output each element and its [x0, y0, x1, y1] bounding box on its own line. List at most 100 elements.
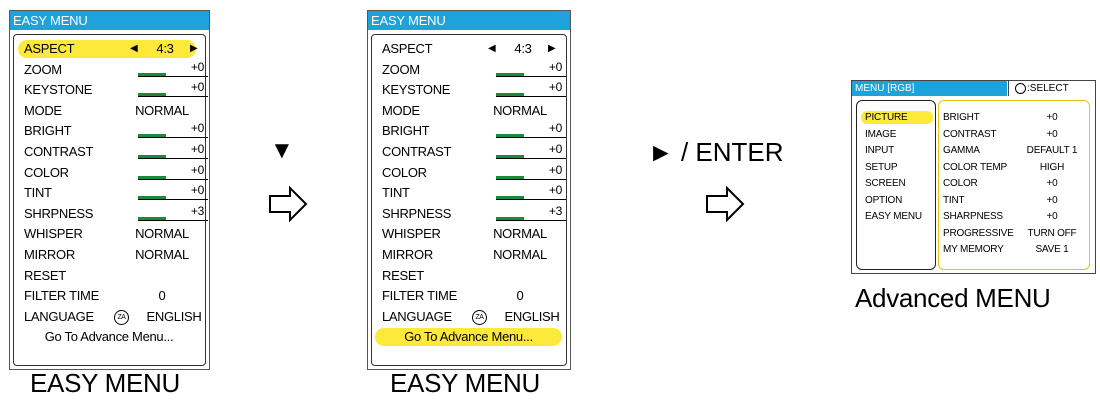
menu-title: MENU [RGB]: [852, 81, 1007, 96]
slider-line: [496, 219, 566, 221]
menu-item-value: +0: [190, 59, 204, 74]
menu-item-mirror[interactable]: MIRROR NORMAL: [376, 246, 554, 264]
setting-value: TURN OFF: [1027, 227, 1077, 239]
menu-item-shrpness[interactable]: SHRPNESS +3: [18, 204, 208, 223]
setting-item-bright[interactable]: BRIGHT +0: [943, 111, 1085, 124]
category-item-option[interactable]: OPTION: [861, 194, 933, 207]
menu-item-whisper[interactable]: WHISPER NORMAL: [376, 225, 554, 243]
slider-line: [496, 199, 566, 201]
menu-list: ASPECT ◀ 4:3 ▶ ZOOM +0 KEYSTONE +0 MODE NORMAL BRI…: [13, 34, 208, 366]
menu-item-shrpness[interactable]: SHRPNESS +3: [376, 204, 566, 223]
menu-item-value: 0: [516, 288, 524, 304]
menu-item-filter-time[interactable]: FILTER TIME 0: [376, 287, 554, 305]
setting-item-color-temp[interactable]: COLOR TEMP HIGH: [943, 161, 1085, 174]
category-item-screen[interactable]: SCREEN: [861, 177, 933, 190]
menu-item-language[interactable]: LANGUAGE ZA ENGLISH: [376, 308, 560, 326]
menu-item-filter-time[interactable]: FILTER TIME 0: [18, 287, 196, 305]
category-item-setup[interactable]: SETUP: [861, 161, 933, 174]
menu-item-contrast[interactable]: CONTRAST +0: [18, 142, 208, 161]
panel-caption: EASY MENU: [30, 368, 180, 398]
slider-line: [496, 137, 566, 139]
setting-item-tint[interactable]: TINT +0: [943, 194, 1085, 207]
menu-title: EASY MENU: [10, 11, 209, 30]
settings-list: BRIGHT +0 CONTRAST +0 GAMMA DEFAULT 1 COLOR TE…: [938, 100, 1090, 270]
menu-item-bright[interactable]: BRIGHT +0: [376, 121, 566, 140]
menu-item-language[interactable]: LANGUAGE ZA ENGLISH: [18, 308, 202, 326]
menu-item-go-to-advance-menu[interactable]: Go To Advance Menu...: [375, 328, 562, 347]
menu-item-mirror[interactable]: MIRROR NORMAL: [18, 246, 196, 264]
menu-item-label: KEYSTONE: [382, 82, 451, 98]
menu-item-label: ZOOM: [382, 61, 420, 77]
menu-item-value: +0: [548, 142, 562, 156]
menu-item-mode[interactable]: MODE NORMAL: [18, 102, 196, 120]
menu-item-whisper[interactable]: WHISPER NORMAL: [18, 225, 196, 243]
menu-item-color[interactable]: COLOR +0: [376, 163, 566, 182]
language-icon: ZA: [114, 309, 129, 325]
menu-item-value: NORMAL: [135, 247, 189, 262]
setting-label: BRIGHT: [943, 112, 980, 123]
setting-label: COLOR TEMP: [943, 161, 1007, 173]
select-hint: :SELECT: [1008, 81, 1095, 96]
setting-label: MY MEMORY: [943, 244, 1004, 255]
arrow-left-icon[interactable]: ◀: [488, 40, 496, 58]
slider-line: [138, 137, 208, 139]
slider-line: [138, 178, 208, 180]
setting-item-progressive[interactable]: PROGRESSIVE TURN OFF: [943, 227, 1085, 240]
menu-item-contrast[interactable]: CONTRAST +0: [376, 142, 566, 161]
arrow-left-icon[interactable]: ◀: [130, 40, 138, 58]
menu-item-label: BRIGHT: [24, 123, 72, 139]
menu-item-keystone[interactable]: KEYSTONE +0: [376, 80, 566, 99]
setting-item-color[interactable]: COLOR +0: [943, 177, 1085, 190]
easy-menu-panel-1: EASY MENU ASPECT ◀ 4:3 ▶ ZOOM +0 KEYSTONE +0 MOD…: [9, 10, 210, 370]
menu-item-keystone[interactable]: KEYSTONE +0: [18, 80, 208, 99]
menu-item-aspect[interactable]: ASPECT ◀ 4:3 ▶: [376, 40, 556, 58]
menu-item-label: ASPECT: [382, 41, 433, 56]
menu-item-bright[interactable]: BRIGHT +0: [18, 121, 208, 140]
slider-line: [496, 178, 566, 180]
setting-value: +0: [1046, 178, 1058, 189]
category-item-picture[interactable]: PICTURE: [861, 111, 933, 124]
category-item-image[interactable]: IMAGE: [861, 128, 933, 141]
slider-line: [496, 75, 566, 77]
menu-item-reset[interactable]: RESET: [376, 267, 554, 285]
menu-item-color[interactable]: COLOR +0: [18, 163, 208, 182]
menu-item-value: 4:3: [514, 41, 532, 56]
menu-item-label: CONTRAST: [24, 144, 94, 159]
menu-item-label: SHRPNESS: [24, 205, 94, 221]
menu-item-mode[interactable]: MODE NORMAL: [376, 102, 554, 120]
setting-value: +0: [1046, 112, 1058, 123]
arrow-right-icon[interactable]: ▶: [548, 40, 556, 58]
menu-item-go-to-advance-menu[interactable]: Go To Advance Menu...: [17, 328, 201, 346]
menu-item-value: +0: [190, 80, 204, 95]
menu-item-label: Go To Advance Menu...: [44, 329, 174, 345]
menu-item-label: LANGUAGE: [382, 308, 452, 324]
menu-item-zoom[interactable]: ZOOM +0: [376, 60, 566, 79]
menu-item-label: KEYSTONE: [24, 82, 93, 98]
menu-item-label: FILTER TIME: [24, 288, 99, 304]
setting-label: TINT: [943, 194, 965, 206]
slider-line: [496, 96, 566, 98]
setting-item-my-memory[interactable]: MY MEMORY SAVE 1: [943, 243, 1085, 256]
category-item-input[interactable]: INPUT: [861, 144, 933, 157]
arrow-right-icon[interactable]: ▶: [190, 40, 198, 58]
setting-label: GAMMA: [943, 145, 980, 156]
slider-line: [496, 158, 566, 159]
menu-item-label: RESET: [24, 267, 66, 283]
menu-item-value: +0: [190, 162, 204, 177]
menu-item-value: NORMAL: [493, 226, 547, 242]
menu-item-tint[interactable]: TINT +0: [18, 183, 208, 202]
category-item-easy-menu[interactable]: EASY MENU: [861, 210, 933, 223]
menu-item-reset[interactable]: RESET: [18, 267, 196, 285]
menu-item-zoom[interactable]: ZOOM +0: [18, 60, 208, 79]
menu-item-aspect[interactable]: ASPECT ◀ 4:3 ▶: [18, 40, 198, 58]
panel-caption: Advanced MENU: [855, 283, 1051, 313]
setting-item-contrast[interactable]: CONTRAST +0: [943, 128, 1085, 141]
setting-item-sharpness[interactable]: SHARPNESS +0: [943, 210, 1085, 223]
menu-item-tint[interactable]: TINT +0: [376, 183, 566, 202]
setting-item-gamma[interactable]: GAMMA DEFAULT 1: [943, 144, 1085, 157]
menu-item-label: SHRPNESS: [382, 205, 452, 221]
slider-line: [138, 158, 208, 159]
menu-item-value: +0: [548, 162, 562, 177]
menu-item-label: MODE: [382, 102, 420, 118]
menu-item-label: MODE: [24, 102, 62, 118]
